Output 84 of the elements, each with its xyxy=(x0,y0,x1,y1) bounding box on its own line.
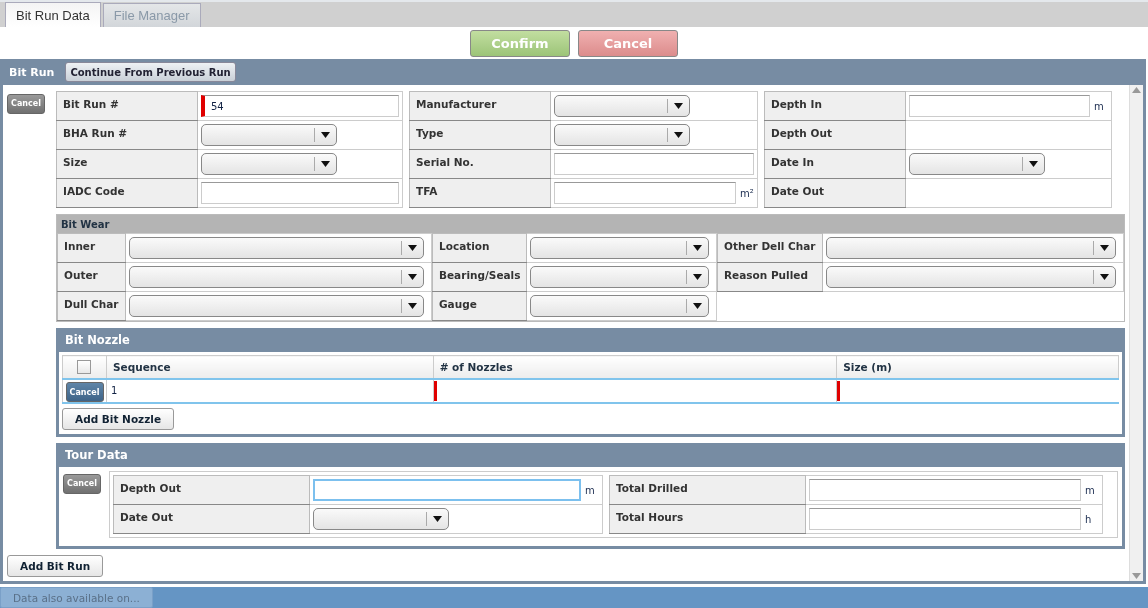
field-label: Bit Run # xyxy=(56,91,198,121)
field-label: Size xyxy=(56,149,198,179)
section-title: Tour Data xyxy=(65,448,128,462)
field-label: Manufacturer xyxy=(409,91,551,121)
section-title: Bit Nozzle xyxy=(65,333,130,347)
text-field[interactable] xyxy=(809,508,1081,530)
field-label: Date Out xyxy=(113,504,310,534)
caret-icon xyxy=(321,132,330,138)
field-label: Location xyxy=(432,233,527,263)
dropdown[interactable] xyxy=(128,266,424,288)
caret-icon xyxy=(693,303,702,309)
tab[interactable]: Bit Run Data xyxy=(5,2,101,27)
caret-icon xyxy=(674,132,683,138)
text-field[interactable] xyxy=(313,479,581,501)
unit-label: m² xyxy=(740,187,754,199)
dropdown[interactable] xyxy=(554,95,690,117)
caret-icon xyxy=(408,245,417,251)
text-field[interactable]: 54 xyxy=(201,95,399,117)
caret-icon xyxy=(408,274,417,280)
text-field[interactable] xyxy=(201,182,399,204)
field-label: Inner xyxy=(57,233,125,263)
dropdown[interactable] xyxy=(825,237,1116,259)
panel-title: Bit Run xyxy=(9,65,55,79)
dropdown[interactable] xyxy=(201,124,337,146)
unit-label: m xyxy=(1085,484,1096,496)
cancel-button[interactable]: Cancel xyxy=(7,93,45,114)
field-label: Serial No. xyxy=(409,149,551,179)
text-field[interactable] xyxy=(809,479,1081,501)
column-header: Size (m) xyxy=(836,355,1119,379)
caret-icon xyxy=(693,274,702,280)
add-bit-run-button[interactable]: Add Bit Run xyxy=(7,555,104,577)
add-nozzle-button[interactable]: Add Bit Nozzle xyxy=(62,408,175,430)
continue-button[interactable]: Continue From Previous Run xyxy=(65,62,236,82)
field-label: Depth Out xyxy=(764,120,906,150)
field-label: TFA xyxy=(409,178,551,208)
caret-icon xyxy=(693,245,702,251)
caret-icon xyxy=(321,161,330,167)
field-label: Total Drilled xyxy=(609,475,806,505)
cancel-button[interactable]: Cancel xyxy=(63,473,101,494)
dropdown[interactable] xyxy=(313,508,449,530)
unit-label: h xyxy=(1085,513,1093,525)
column-header: Sequence xyxy=(106,355,434,379)
field-label: Type xyxy=(409,120,551,150)
scroll-up-icon[interactable] xyxy=(1132,87,1141,93)
caret-icon xyxy=(433,516,442,522)
dropdown[interactable] xyxy=(554,124,690,146)
dropdown[interactable] xyxy=(909,153,1045,175)
field-label: Other Dell Char xyxy=(717,233,822,263)
unit-label: m xyxy=(1094,100,1105,112)
field-label: Depth Out xyxy=(113,475,310,505)
caret-icon xyxy=(674,103,683,109)
scrollbar[interactable] xyxy=(1129,85,1143,581)
dropdown[interactable] xyxy=(530,237,709,259)
dropdown[interactable] xyxy=(825,266,1116,288)
field-label: Total Hours xyxy=(609,504,806,534)
caret-icon xyxy=(408,303,417,309)
field-label: Date In xyxy=(764,149,906,179)
column-header: # of Nozzles xyxy=(433,355,837,379)
field-label: IADC Code xyxy=(56,178,198,208)
caret-icon xyxy=(1100,274,1109,280)
field-label: Reason Pulled xyxy=(717,262,822,292)
field-label: BHA Run # xyxy=(56,120,198,150)
dropdown[interactable] xyxy=(530,295,709,317)
field-label: Bearing/Seals xyxy=(432,262,527,292)
dropdown[interactable] xyxy=(530,266,709,288)
field-label: Gauge xyxy=(432,291,527,321)
field-label: Date Out xyxy=(764,178,906,208)
unit-label: m xyxy=(585,484,596,496)
text-field[interactable] xyxy=(909,95,1090,117)
caret-icon xyxy=(1100,245,1109,251)
scroll-down-icon[interactable] xyxy=(1132,573,1141,579)
caret-icon xyxy=(1029,161,1038,167)
field-label: Depth In xyxy=(764,91,906,121)
table-cell[interactable]: 1 xyxy=(107,380,433,401)
dropdown[interactable] xyxy=(201,153,337,175)
text-field[interactable] xyxy=(554,153,754,175)
dropdown[interactable] xyxy=(128,237,424,259)
section-title: Bit Wear xyxy=(61,218,110,230)
field-label: Dull Char xyxy=(57,291,125,321)
checkbox[interactable] xyxy=(77,359,91,374)
dropdown[interactable] xyxy=(128,295,424,317)
cancel-button[interactable]: Cancel xyxy=(65,382,104,402)
text-field[interactable] xyxy=(554,182,736,204)
field-label: Outer xyxy=(57,262,125,292)
